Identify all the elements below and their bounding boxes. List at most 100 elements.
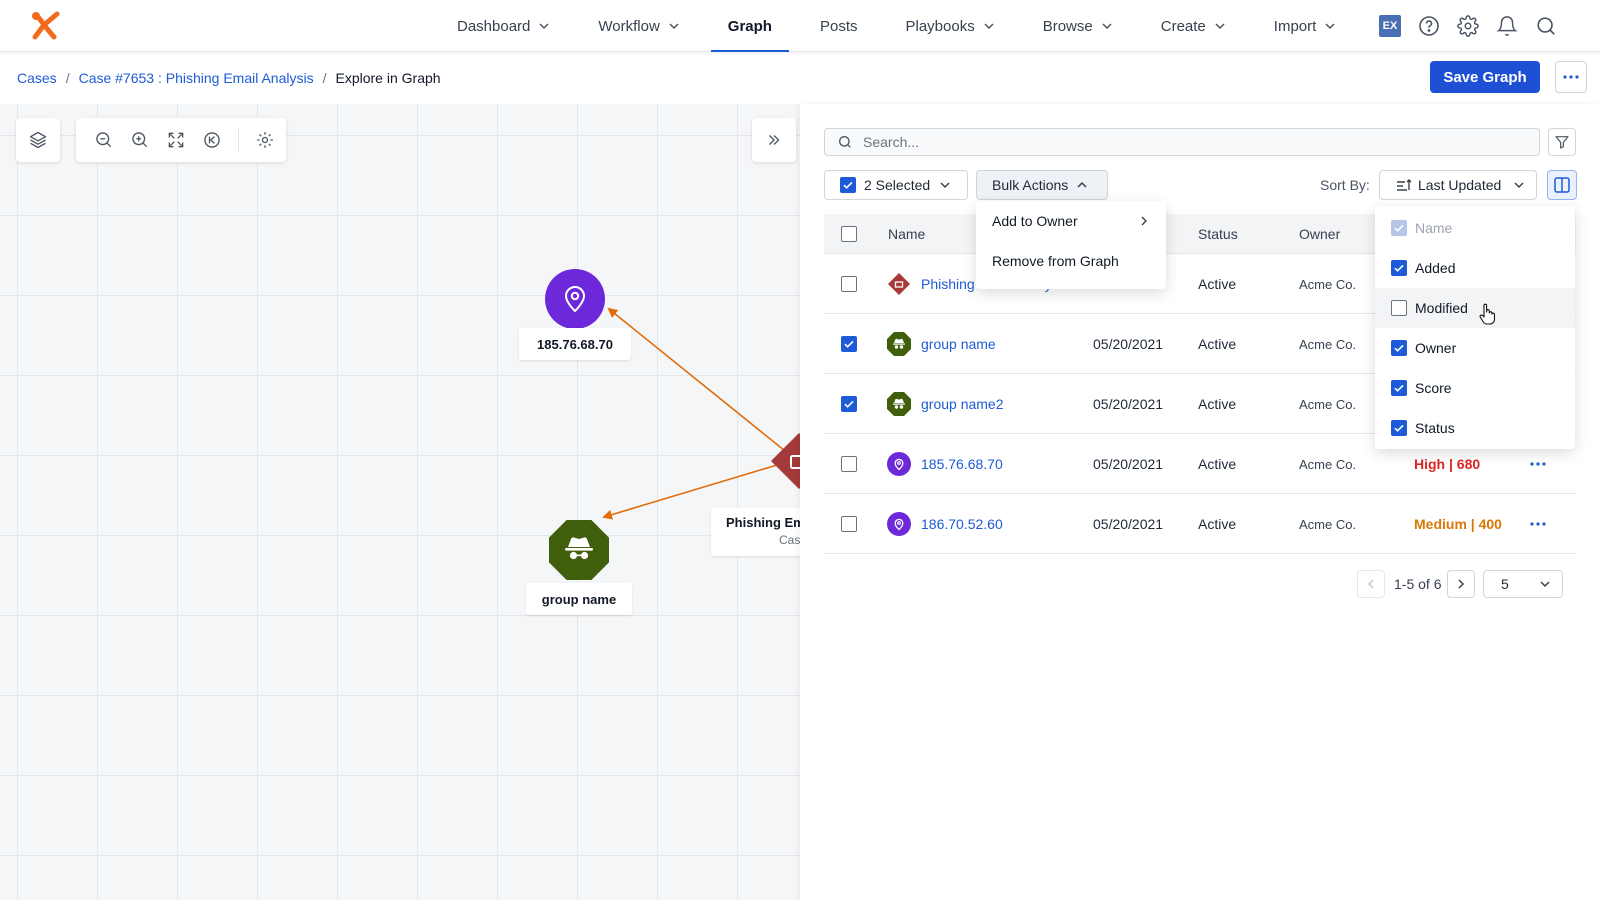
- bell-icon[interactable]: [1495, 14, 1519, 38]
- score-value: Medium | 400: [1414, 516, 1502, 532]
- nav-item-posts[interactable]: Posts: [803, 0, 875, 52]
- column-option-checkbox: [1391, 220, 1407, 236]
- breadcrumb-separator: /: [322, 70, 327, 86]
- column-option-label: Owner: [1415, 340, 1457, 356]
- graph-node-ip[interactable]: [545, 269, 605, 329]
- nav-item-dashboard[interactable]: Dashboard: [440, 0, 567, 52]
- table-row[interactable]: 186.70.52.60 05/20/2021 Active Acme Co. Medi…: [824, 494, 1576, 554]
- next-page-button[interactable]: [1447, 570, 1475, 598]
- chevron-right-icon: [1141, 216, 1147, 226]
- status-cell: Active: [1198, 374, 1236, 434]
- more-horizontal-icon: [1563, 75, 1579, 79]
- chevron-down-icon: [1514, 182, 1524, 189]
- date-value: 05/20/2021: [1093, 516, 1164, 532]
- row-checkbox[interactable]: [841, 456, 857, 472]
- row-checkbox[interactable]: [841, 276, 857, 292]
- chevron-down-icon: [538, 20, 550, 32]
- entity-name-link[interactable]: 185.76.68.70: [921, 456, 1003, 472]
- save-graph-button[interactable]: Save Graph: [1430, 61, 1540, 93]
- column-option-label: Modified: [1415, 300, 1468, 316]
- app-logo[interactable]: [30, 10, 62, 42]
- column-option-modified[interactable]: Modified: [1375, 288, 1575, 328]
- nav-icons: EX: [1378, 14, 1558, 38]
- page-size-value: 5: [1501, 576, 1509, 592]
- gear-icon[interactable]: [1456, 14, 1480, 38]
- column-option-name: Name: [1375, 208, 1575, 248]
- owner-value: Acme Co.: [1299, 396, 1357, 412]
- breadcrumb-current: Explore in Graph: [335, 70, 441, 86]
- row-checkbox[interactable]: [841, 336, 857, 352]
- more-options-button[interactable]: [1555, 61, 1587, 93]
- column-option-status[interactable]: Status: [1375, 408, 1575, 448]
- status-value: Active: [1198, 516, 1237, 532]
- row-checkbox[interactable]: [841, 516, 857, 532]
- column-option-checkbox[interactable]: [1391, 420, 1407, 436]
- nav-item-playbooks[interactable]: Playbooks: [889, 0, 1012, 52]
- entity-name-link[interactable]: group name: [921, 336, 996, 352]
- column-header-name[interactable]: Name: [888, 226, 925, 242]
- pagination-range: 1-5 of 6: [1394, 576, 1442, 592]
- selection-dropdown[interactable]: 2 Selected: [824, 170, 968, 200]
- menu-item-add-to-owner[interactable]: Add to Owner: [976, 201, 1166, 241]
- more-horizontal-icon: [1530, 522, 1546, 526]
- row-actions-button[interactable]: [1530, 494, 1546, 554]
- columns-icon: [1554, 177, 1570, 193]
- search-icon: [839, 136, 851, 148]
- sort-dropdown[interactable]: Last Updated: [1379, 170, 1537, 200]
- filter-button[interactable]: [1548, 128, 1576, 156]
- column-option-checkbox[interactable]: [1391, 260, 1407, 276]
- top-nav: Dashboard Workflow Graph Posts Playbooks Brow…: [0, 0, 1600, 52]
- help-icon[interactable]: [1417, 14, 1441, 38]
- column-option-added[interactable]: Added: [1375, 248, 1575, 288]
- bulk-actions-button[interactable]: Bulk Actions: [976, 170, 1108, 200]
- owner-cell: Acme Co.: [1299, 374, 1356, 434]
- column-option-checkbox[interactable]: [1391, 380, 1407, 396]
- nav-item-graph[interactable]: Graph: [710, 0, 790, 52]
- column-option-score[interactable]: Score: [1375, 368, 1575, 408]
- name-cell: 185.76.68.70: [921, 434, 1003, 494]
- nav-item-import[interactable]: Import: [1257, 0, 1354, 52]
- nav-item-browse[interactable]: Browse: [1026, 0, 1130, 52]
- sort-icon: [1397, 179, 1412, 191]
- owner-value: Acme Co.: [1299, 336, 1357, 352]
- page-size-select[interactable]: 5: [1483, 570, 1563, 598]
- status-cell: Active: [1198, 494, 1236, 554]
- nav-item-label: Graph: [727, 17, 772, 35]
- graph-edge[interactable]: [607, 307, 796, 460]
- graph-node-label: 185.76.68.70: [519, 328, 631, 360]
- chevron-right-icon: [1458, 579, 1465, 589]
- row-checkbox[interactable]: [841, 396, 857, 412]
- prev-page-button[interactable]: [1357, 570, 1385, 598]
- column-option-checkbox[interactable]: [1391, 300, 1407, 316]
- nav-item-label: Playbooks: [905, 17, 975, 35]
- owner-cell: Acme Co.: [1299, 314, 1356, 374]
- user-badge[interactable]: EX: [1378, 14, 1402, 38]
- graph-canvas[interactable]: 185.76.68.70 group name Phishing Email A…: [0, 104, 800, 900]
- nav-item-workflow[interactable]: Workflow: [581, 0, 696, 52]
- column-header-owner[interactable]: Owner: [1299, 226, 1340, 242]
- columns-toggle-button[interactable]: [1547, 170, 1577, 200]
- search-icon[interactable]: [1534, 14, 1558, 38]
- graph-node-group[interactable]: [549, 520, 609, 580]
- breadcrumb-case[interactable]: Case #7653 : Phishing Email Analysis: [79, 70, 314, 86]
- header-checkbox[interactable]: [841, 226, 857, 242]
- entity-name-link[interactable]: 186.70.52.60: [921, 516, 1003, 532]
- nav-item-create[interactable]: Create: [1144, 0, 1243, 52]
- column-option-checkbox[interactable]: [1391, 340, 1407, 356]
- menu-item-remove-from-graph[interactable]: Remove from Graph: [976, 241, 1166, 281]
- column-option-label: Name: [1415, 220, 1453, 236]
- chevron-down-icon: [1540, 581, 1550, 588]
- date-cell: 05/20/2021: [1093, 434, 1163, 494]
- breadcrumb-cases[interactable]: Cases: [17, 70, 57, 86]
- row-checkbox-cell: [841, 254, 857, 314]
- entity-type-icon: [887, 374, 911, 434]
- entity-name-link[interactable]: group name2: [921, 396, 1004, 412]
- case-node-type: Case: [779, 533, 800, 547]
- bulk-actions-menu: Add to Owner Remove from Graph: [976, 201, 1166, 289]
- column-option-owner[interactable]: Owner: [1375, 328, 1575, 368]
- graph-node-case[interactable]: [769, 431, 800, 491]
- column-header-status[interactable]: Status: [1198, 226, 1238, 242]
- nav-item-label: Dashboard: [457, 17, 531, 35]
- search-input[interactable]: [863, 134, 1503, 150]
- breadcrumb: Cases / Case #7653 : Phishing Email Anal…: [17, 70, 441, 86]
